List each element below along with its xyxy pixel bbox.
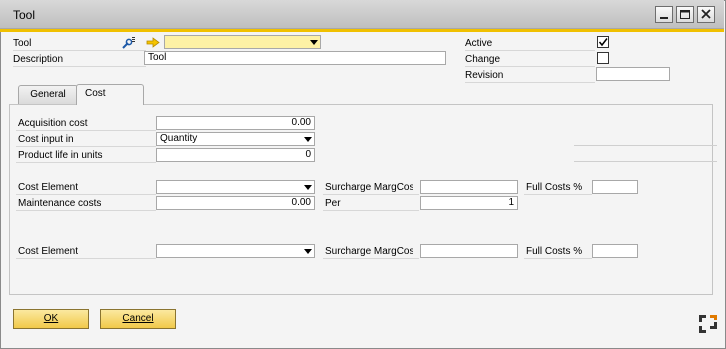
label-underline [16,130,156,131]
maintenance-costs-label: Maintenance costs [18,198,102,209]
cost-element-2-dropdown[interactable] [156,244,315,258]
tab-general-label: General [30,89,66,100]
accent-bar [0,29,724,32]
chevron-down-icon[interactable] [304,249,312,254]
cost-input-in-dropdown[interactable]: Quantity [156,132,315,146]
label-underline [16,194,156,195]
description-label: Description [13,54,64,65]
label-underline [16,162,156,163]
cost-element-dropdown[interactable] [156,180,315,194]
product-life-field[interactable]: 0 [156,148,315,162]
change-label: Change [465,54,501,65]
cancel-button[interactable]: Cancel [100,309,176,329]
acquisition-cost-label: Acquisition cost [18,118,88,129]
change-checkbox[interactable] [597,52,609,64]
chevron-down-icon[interactable] [310,40,318,45]
checkmark-icon [598,38,608,47]
per-field[interactable]: 1 [420,196,518,210]
minimize-button[interactable] [655,6,673,23]
separator-line [574,145,717,146]
app-logo-icon [699,315,717,333]
maximize-icon [680,10,690,19]
chevron-down-icon[interactable] [304,137,312,142]
label-underline [323,258,419,259]
tab-cost[interactable]: Cost [76,84,144,105]
tool-label: Tool [13,38,32,49]
label-underline [524,258,592,259]
full-costs-label: Full Costs % [526,182,583,193]
product-life-label: Product life in units [18,150,103,161]
tool-code-dropdown[interactable] [164,35,321,49]
surcharge-2-field[interactable] [420,244,518,258]
wrench-icon[interactable] [120,36,136,50]
close-button[interactable] [697,6,715,23]
acquisition-cost-field[interactable]: 0.00 [156,116,315,130]
full-costs-field[interactable] [592,180,638,194]
label-underline [16,258,156,259]
surcharge-2-label: Surcharge MargCos [325,246,413,257]
label-underline [465,82,595,83]
active-checkbox[interactable] [597,36,609,48]
active-label: Active [465,38,493,49]
chevron-down-icon[interactable] [304,185,312,190]
title-bar[interactable] [0,0,724,29]
label-underline [524,194,592,195]
label-underline [13,66,146,67]
surcharge-field[interactable] [420,180,518,194]
label-underline [13,50,146,51]
tab-cost-label: Cost [85,88,106,99]
description-field[interactable]: Tool [144,51,446,65]
maximize-button[interactable] [676,6,694,23]
cost-input-in-value: Quantity [160,133,198,144]
cost-input-in-label: Cost input in [18,134,74,145]
link-arrow-icon[interactable] [146,37,160,48]
tab-general[interactable]: General [18,85,78,105]
revision-label: Revision [465,70,504,81]
full-costs-2-label: Full Costs % [526,246,583,257]
window-title: Tool [13,8,36,22]
label-underline [16,210,156,211]
cost-tab-panel [9,104,713,295]
surcharge-label: Surcharge MargCos [325,182,413,193]
close-icon [701,9,711,19]
minimize-icon [660,17,668,19]
cost-element-label: Cost Element [18,182,79,193]
maintenance-costs-field[interactable]: 0.00 [156,196,315,210]
label-underline [465,50,595,51]
revision-field[interactable] [596,67,670,81]
label-underline [465,66,595,67]
label-underline [323,194,419,195]
cost-element-2-label: Cost Element [18,246,79,257]
per-label: Per [325,198,341,209]
separator-line [574,161,717,162]
label-underline [16,146,156,147]
ok-button[interactable]: OK [13,309,89,329]
label-underline [323,210,419,211]
full-costs-2-field[interactable] [592,244,638,258]
